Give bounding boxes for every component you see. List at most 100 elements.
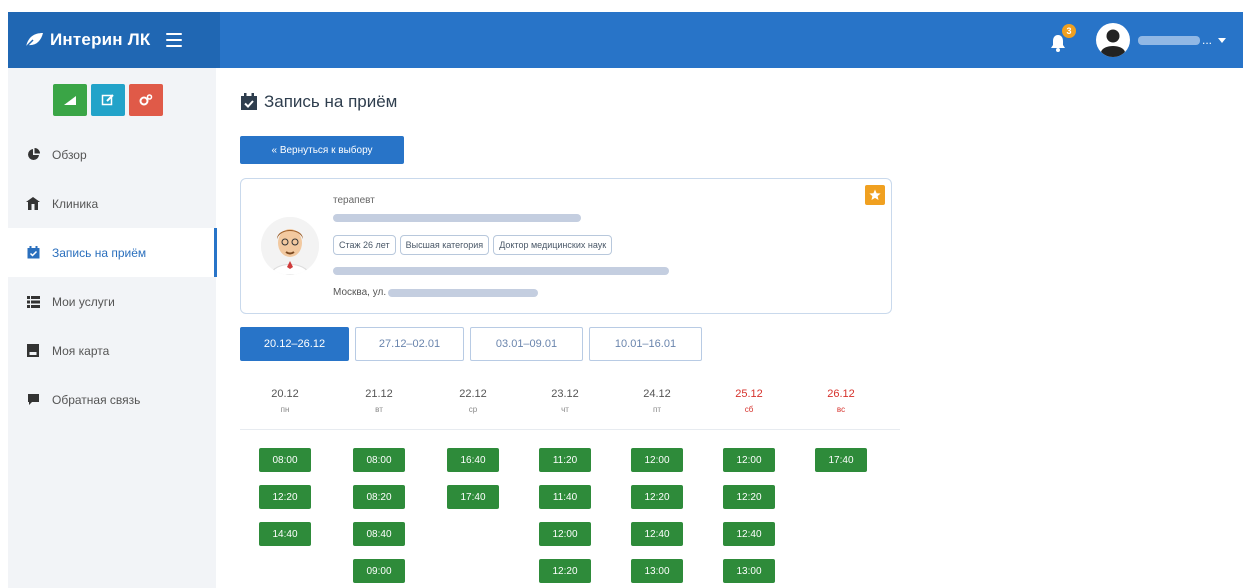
pie-chart-icon — [26, 148, 40, 162]
bell-icon — [1051, 35, 1065, 52]
quick-actions — [53, 84, 163, 116]
list-icon — [26, 295, 40, 309]
time-slot-button[interactable]: 11:40 — [539, 485, 591, 509]
time-slot-button[interactable]: 12:00 — [723, 448, 775, 472]
sidebar: Обзор Клиника Запись на приём Мои услуги… — [8, 68, 217, 588]
day-date: 24.12 — [643, 388, 671, 400]
time-slot-button[interactable]: 13:00 — [631, 559, 683, 583]
time-slot-button[interactable]: 12:20 — [539, 559, 591, 583]
time-slot-button[interactable]: 09:00 — [353, 559, 405, 583]
slot-column: 08:00 12:20 14:40 — [240, 448, 330, 559]
chevron-down-icon — [1218, 37, 1227, 43]
calendar-check-icon — [26, 246, 40, 260]
time-slot-button[interactable]: 08:40 — [353, 522, 405, 546]
day-date: 23.12 — [551, 388, 579, 400]
comment-icon — [26, 393, 40, 407]
star-icon — [869, 189, 881, 200]
day-weekday: сб — [744, 405, 754, 414]
avatar — [1096, 23, 1130, 57]
doctor-specialty: терапевт — [333, 195, 375, 206]
time-slot-button[interactable]: 08:00 — [353, 448, 405, 472]
edit-button[interactable] — [91, 84, 125, 116]
sidebar-item-label: Обзор — [52, 147, 87, 162]
day-header: 26.12 вс — [796, 388, 886, 414]
slot-column: 12:00 12:20 12:40 13:00 — [612, 448, 702, 588]
sidebar-item-clinic[interactable]: Клиника — [8, 179, 216, 228]
tab-week-2[interactable]: 27.12–02.01 — [355, 327, 464, 361]
doctor-tags: Стаж 26 лет Высшая категория Доктор меди… — [333, 235, 613, 255]
cogs-icon — [139, 94, 153, 106]
time-slot-button[interactable]: 12:00 — [631, 448, 683, 472]
time-slot-button[interactable]: 17:40 — [815, 448, 867, 472]
time-slot-button[interactable]: 16:40 — [447, 448, 499, 472]
time-slot-button[interactable]: 11:20 — [539, 448, 591, 472]
time-slot-button[interactable]: 17:40 — [447, 485, 499, 509]
address-street — [388, 288, 539, 297]
day-date: 21.12 — [365, 388, 393, 400]
sidebar-item-label: Запись на приём — [52, 245, 147, 260]
sidebar-item-feedback[interactable]: Обратная связь — [8, 375, 216, 424]
tab-week-1[interactable]: 20.12–26.12 — [240, 327, 349, 361]
day-header: 25.12 сб — [704, 388, 794, 414]
time-slot-button[interactable]: 13:00 — [723, 559, 775, 583]
day-header: 22.12 ср — [428, 388, 518, 414]
sidebar-item-label: Обратная связь — [52, 392, 141, 407]
day-headers: 20.12 пн 21.12 вт 22.12 ср 23.12 чт 24.12 пт 25.12… — [240, 380, 900, 430]
sidebar-item-card[interactable]: Моя карта — [8, 326, 216, 375]
address-prefix: Москва, ул. — [333, 287, 387, 298]
day-date: 20.12 — [271, 388, 299, 400]
time-slot-button[interactable]: 14:40 — [259, 522, 311, 546]
back-to-selection-button[interactable]: « Вернуться к выбору — [240, 136, 404, 164]
time-slot-button[interactable]: 12:20 — [259, 485, 311, 509]
time-slot-button[interactable]: 12:20 — [723, 485, 775, 509]
page-title: Запись на приём — [240, 92, 397, 112]
slot-column: 12:00 12:20 12:40 13:00 — [704, 448, 794, 588]
sidebar-item-overview[interactable]: Обзор — [8, 130, 216, 179]
sidebar-item-services[interactable]: Мои услуги — [8, 277, 216, 326]
day-header: 24.12 пт — [612, 388, 702, 414]
time-slot-button[interactable]: 12:20 — [631, 485, 683, 509]
favorite-button[interactable] — [865, 185, 885, 205]
day-date: 26.12 — [827, 388, 855, 400]
chart-icon — [64, 96, 76, 105]
settings-button[interactable] — [129, 84, 163, 116]
user-name — [1138, 35, 1200, 45]
tab-week-3[interactable]: 03.01–09.01 — [470, 327, 583, 361]
calendar-check-icon — [241, 93, 257, 110]
menu-toggle-icon[interactable] — [166, 33, 183, 47]
day-header: 23.12 чт — [520, 388, 610, 414]
tab-week-4[interactable]: 10.01–16.01 — [589, 327, 702, 361]
tag-degree: Доктор медицинских наук — [493, 235, 613, 255]
slot-column: 08:00 08:20 08:40 09:00 — [334, 448, 424, 588]
doctor-avatar-icon — [261, 217, 319, 275]
time-slot-button[interactable]: 12:40 — [631, 522, 683, 546]
day-weekday: вс — [836, 405, 846, 414]
sidebar-item-appointment[interactable]: Запись на приём — [8, 228, 217, 277]
time-slot-button[interactable]: 08:20 — [353, 485, 405, 509]
sidebar-nav: Обзор Клиника Запись на приём Мои услуги… — [8, 130, 217, 424]
stats-button[interactable] — [53, 84, 87, 116]
card-icon — [26, 344, 40, 358]
user-icon — [1097, 24, 1129, 57]
doctor-name — [333, 214, 581, 222]
day-weekday: ср — [468, 405, 478, 414]
slot-column: 11:20 11:40 12:00 12:20 — [520, 448, 610, 588]
user-menu[interactable]: ... — [1096, 22, 1227, 58]
tag-category: Высшая категория — [399, 235, 490, 255]
day-date: 22.12 — [459, 388, 487, 400]
doctor-photo — [261, 217, 319, 275]
day-weekday: чт — [561, 405, 569, 414]
time-slot-button[interactable]: 08:00 — [259, 448, 311, 472]
doctor-organization — [333, 267, 669, 275]
notifications-button[interactable]: 3 — [1048, 24, 1078, 54]
tag-experience: Стаж 26 лет — [333, 235, 396, 255]
edit-icon — [101, 94, 114, 106]
doctor-address: Москва, ул. — [333, 287, 539, 298]
sidebar-item-label: Мои услуги — [52, 294, 115, 309]
brand[interactable]: Интерин ЛК — [8, 12, 220, 68]
week-tabs: 20.12–26.12 27.12–02.01 03.01–09.01 10.0… — [240, 327, 702, 361]
time-slot-button[interactable]: 12:00 — [539, 522, 591, 546]
day-weekday: пн — [280, 405, 290, 414]
time-slot-button[interactable]: 12:40 — [723, 522, 775, 546]
app-window: Интерин ЛК 3 ... Обзор Клиника Запись на… — [0, 0, 1243, 588]
